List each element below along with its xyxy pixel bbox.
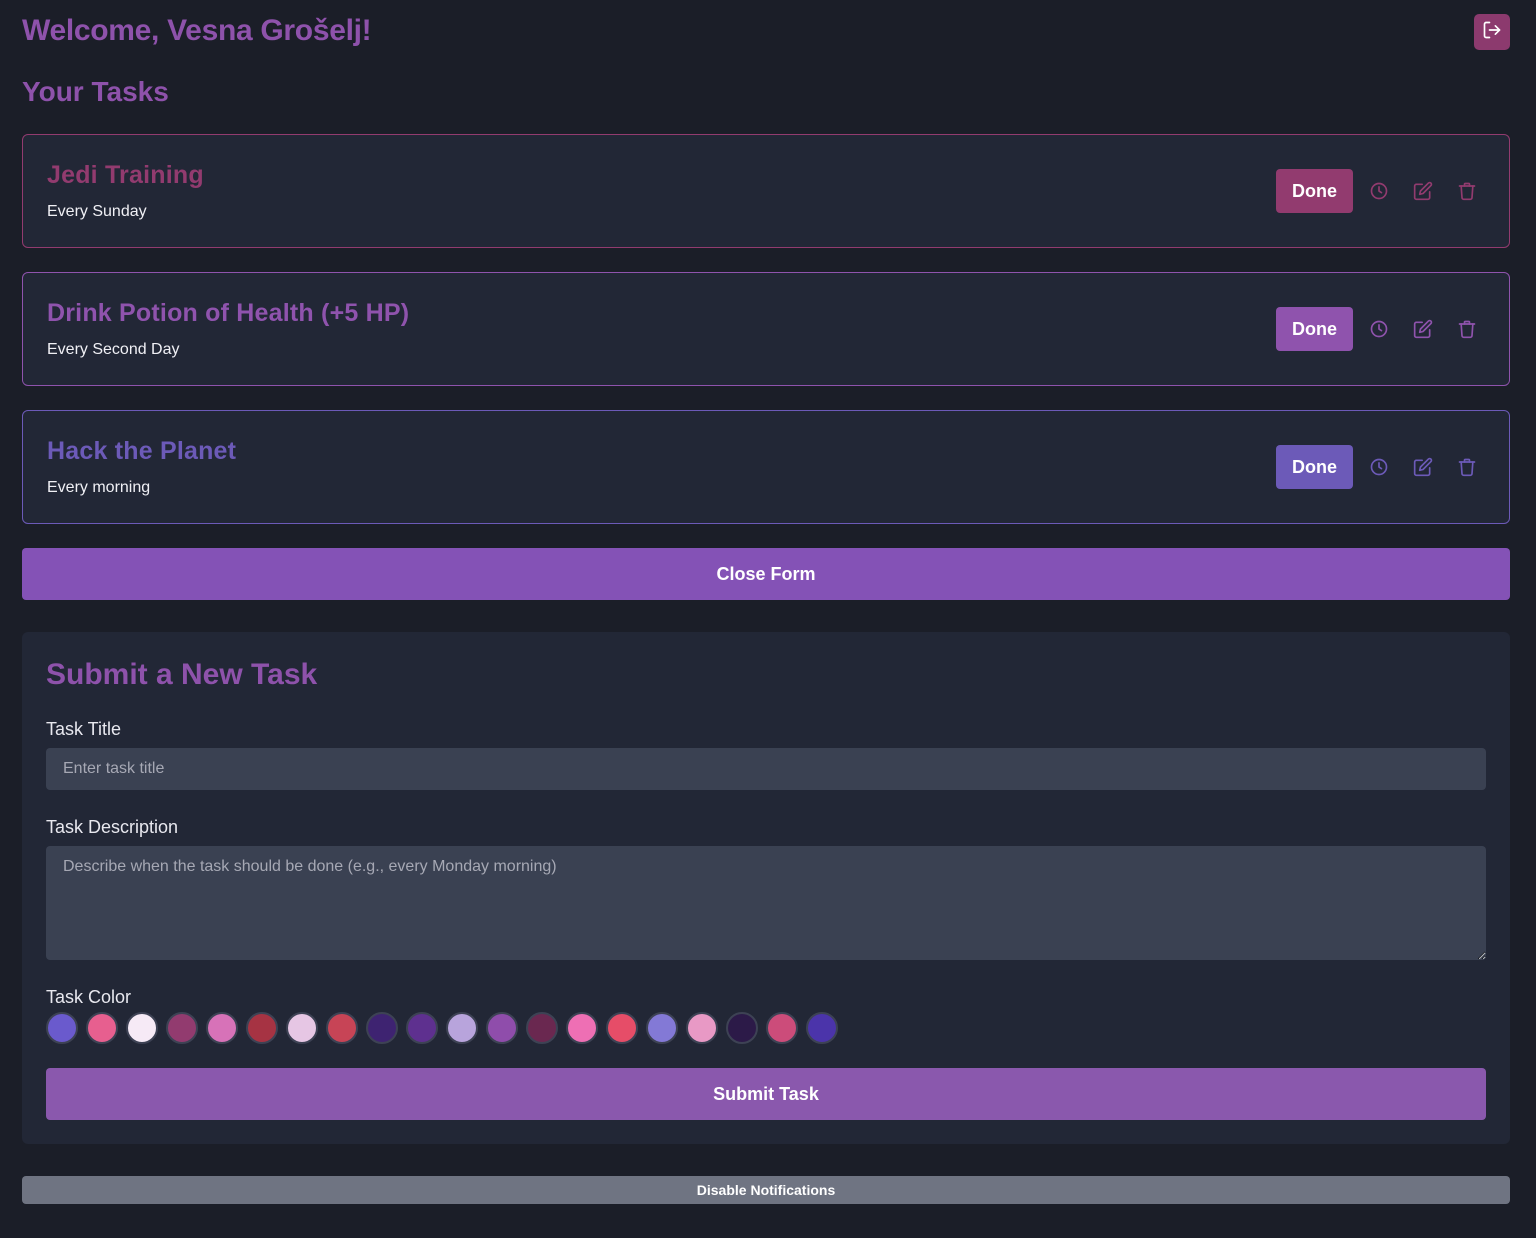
color-swatch[interactable]	[166, 1012, 198, 1044]
task-card: Jedi Training Every Sunday Done	[22, 134, 1510, 248]
tasks-section-title: Your Tasks	[22, 76, 169, 107]
disable-notifications-button[interactable]: Disable Notifications	[22, 1176, 1510, 1204]
color-swatch[interactable]	[486, 1012, 518, 1044]
task-title: Jedi Training	[47, 161, 204, 189]
clock-icon[interactable]	[1368, 180, 1390, 202]
task-color-label: Task Color	[46, 987, 132, 1007]
color-swatch[interactable]	[686, 1012, 718, 1044]
trash-icon[interactable]	[1456, 318, 1478, 340]
color-swatch[interactable]	[806, 1012, 838, 1044]
done-button[interactable]: Done	[1276, 307, 1353, 351]
task-title: Drink Potion of Health (+5 HP)	[47, 299, 410, 327]
edit-icon[interactable]	[1412, 180, 1434, 202]
task-card: Hack the Planet Every morning Done	[22, 410, 1510, 524]
task-description-input[interactable]	[46, 846, 1486, 960]
close-form-button[interactable]: Close Form	[22, 548, 1510, 600]
logout-button[interactable]	[1474, 14, 1510, 50]
done-button[interactable]: Done	[1276, 169, 1353, 213]
task-description: Every Sunday	[47, 203, 147, 220]
edit-icon[interactable]	[1412, 318, 1434, 340]
clock-icon[interactable]	[1368, 318, 1390, 340]
page: Welcome, Vesna Grošelj! Your Tasks Jedi …	[0, 0, 1536, 1238]
color-swatch[interactable]	[566, 1012, 598, 1044]
color-swatch[interactable]	[526, 1012, 558, 1044]
color-swatch[interactable]	[126, 1012, 158, 1044]
task-title-label: Task Title	[46, 719, 122, 739]
done-button[interactable]: Done	[1276, 445, 1353, 489]
color-swatch[interactable]	[406, 1012, 438, 1044]
task-description: Every morning	[47, 479, 151, 496]
task-title-input[interactable]	[46, 748, 1486, 790]
color-swatch[interactable]	[46, 1012, 78, 1044]
color-swatch[interactable]	[286, 1012, 318, 1044]
form-title: Submit a New Task	[46, 658, 318, 691]
edit-icon[interactable]	[1412, 456, 1434, 478]
color-swatch[interactable]	[86, 1012, 118, 1044]
color-swatch[interactable]	[766, 1012, 798, 1044]
task-description-label: Task Description	[46, 817, 179, 837]
logout-icon	[1482, 20, 1502, 45]
new-task-form: Submit a New Task Task Title Task Descri…	[22, 632, 1510, 1144]
color-swatch[interactable]	[206, 1012, 238, 1044]
submit-task-button[interactable]: Submit Task	[46, 1068, 1486, 1120]
color-swatch[interactable]	[606, 1012, 638, 1044]
color-swatch[interactable]	[366, 1012, 398, 1044]
color-swatch-group	[46, 1012, 838, 1044]
color-swatch[interactable]	[326, 1012, 358, 1044]
color-swatch[interactable]	[246, 1012, 278, 1044]
clock-icon[interactable]	[1368, 456, 1390, 478]
task-title: Hack the Planet	[47, 437, 237, 465]
trash-icon[interactable]	[1456, 180, 1478, 202]
welcome-heading: Welcome, Vesna Grošelj!	[22, 14, 372, 47]
color-swatch[interactable]	[646, 1012, 678, 1044]
task-description: Every Second Day	[47, 341, 180, 358]
trash-icon[interactable]	[1456, 456, 1478, 478]
color-swatch[interactable]	[446, 1012, 478, 1044]
color-swatch[interactable]	[726, 1012, 758, 1044]
task-card: Drink Potion of Health (+5 HP) Every Sec…	[22, 272, 1510, 386]
